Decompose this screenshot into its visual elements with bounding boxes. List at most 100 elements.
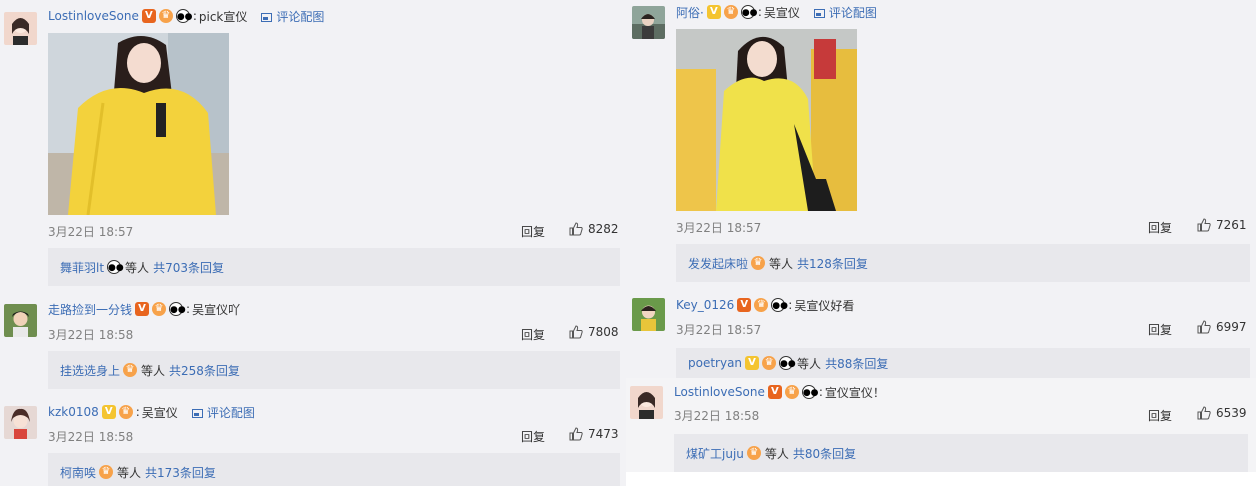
reply-button[interactable]: 回复	[521, 223, 545, 240]
comment-text: 吴宣仪	[763, 5, 800, 20]
panda-icon: ●●	[779, 356, 796, 370]
panda-icon: ●●	[107, 260, 124, 274]
picture-icon	[261, 12, 273, 22]
comment-header: LostinloveSone V ♛ ●● : pick宣仪 评论配图	[48, 7, 324, 25]
sub-reply-count-link[interactable]: 共80条回复	[793, 445, 856, 462]
verified-v-icon: V	[135, 302, 150, 316]
reply-button[interactable]: 回复	[1148, 219, 1172, 236]
picture-icon	[813, 8, 825, 18]
comment-picture-link[interactable]: 评论配图	[813, 4, 877, 21]
comment-item: LostinloveSone V ♛ ●● : 宣仪宣仪！ 3月22日 18:5…	[626, 378, 1256, 472]
like-button[interactable]: 6539	[1197, 406, 1247, 420]
crown-icon: ♛	[99, 465, 114, 479]
username-link[interactable]: LostinloveSone	[48, 9, 139, 23]
colon: :	[818, 385, 823, 399]
like-button[interactable]: 7808	[569, 325, 619, 339]
sub-reply-summary[interactable]: 柯南唉 ♛ 等人 共173条回复	[48, 453, 620, 486]
verified-v-icon: V	[767, 385, 782, 399]
like-button[interactable]: 6997	[1197, 320, 1247, 334]
username-link[interactable]: 阿俗·	[676, 4, 704, 21]
like-count: 8282	[588, 222, 619, 236]
comment-time: 3月22日 18:57	[676, 221, 762, 235]
sub-reply-others: 等人	[141, 363, 166, 378]
avatar[interactable]	[632, 6, 665, 39]
like-button[interactable]: 7261	[1197, 218, 1247, 232]
comment-picture-label: 评论配图	[206, 405, 255, 420]
like-count: 7261	[1216, 218, 1247, 232]
avatar[interactable]	[4, 406, 37, 439]
sub-reply-user[interactable]: 舞菲羽lt	[60, 259, 104, 276]
comment-time: 3月22日 18:58	[48, 328, 134, 342]
sub-reply-count-link[interactable]: 共258条回复	[169, 362, 240, 379]
comment-text: 吴宣仪吖	[192, 302, 241, 317]
sub-reply-summary[interactable]: 舞菲羽lt ●● 等人 共703条回复	[48, 248, 620, 286]
like-count: 7473	[588, 427, 619, 441]
comment-item: LostinloveSone V ♛ ●● : pick宣仪 评论配图 3月22…	[0, 0, 626, 290]
username-link[interactable]: kzk0108	[48, 405, 99, 419]
thumbs-up-icon	[1197, 406, 1211, 420]
verified-v-icon: V	[101, 405, 116, 419]
comment-time: 3月22日 18:57	[48, 225, 134, 239]
crown-icon: ♛	[123, 363, 138, 377]
sub-reply-count-link[interactable]: 共128条回复	[797, 255, 868, 272]
sub-reply-count-link[interactable]: 共173条回复	[145, 464, 216, 481]
crown-icon: ♛	[762, 356, 777, 370]
sub-reply-summary[interactable]: poetryan V ♛ ●● 等人 共88条回复	[676, 348, 1250, 378]
username-link[interactable]: Key_0126	[676, 298, 734, 312]
like-count: 7808	[588, 325, 619, 339]
comment-picture-link[interactable]: 评论配图	[191, 404, 255, 421]
colon: :	[186, 302, 191, 316]
username-link[interactable]: LostinloveSone	[674, 385, 765, 399]
crown-icon: ♛	[754, 298, 769, 312]
comment-header: 阿俗· V ♛ ●● : 吴宣仪 评论配图	[676, 3, 877, 21]
sub-reply-user[interactable]: 挂选选身上	[60, 362, 120, 379]
reply-button[interactable]: 回复	[1148, 321, 1172, 338]
sub-reply-summary[interactable]: 煤矿工juju ♛ 等人 共80条回复	[674, 434, 1248, 472]
sub-reply-user[interactable]: poetryan	[688, 356, 742, 370]
comment-text: 吴宣仪好看	[794, 298, 855, 313]
comment-header: kzk0108 V ♛ : 吴宣仪 评论配图	[48, 403, 255, 421]
panda-icon: ●●	[771, 298, 788, 312]
comment-time: 3月22日 18:58	[674, 409, 760, 423]
reply-button[interactable]: 回复	[521, 428, 545, 445]
like-count: 6539	[1216, 406, 1247, 420]
sub-reply-others: 等人	[125, 260, 150, 275]
avatar[interactable]	[4, 304, 37, 337]
reply-button[interactable]: 回复	[521, 326, 545, 343]
avatar[interactable]	[632, 298, 665, 331]
comment-panel-left: LostinloveSone V ♛ ●● : pick宣仪 评论配图 3月22…	[0, 0, 626, 486]
comment-picture-label: 评论配图	[828, 5, 877, 20]
sub-reply-summary[interactable]: 发发起床啦 ♛ 等人 共128条回复	[676, 244, 1250, 282]
comment-picture-label: 评论配图	[276, 9, 325, 24]
username-link[interactable]: 走路捡到一分钱	[48, 301, 132, 318]
sub-reply-others: 等人	[117, 465, 142, 480]
reply-button[interactable]: 回复	[1148, 407, 1172, 424]
comment-item: kzk0108 V ♛ : 吴宣仪 评论配图 3月22日 18:58 回复 74…	[0, 392, 626, 486]
sub-reply-summary[interactable]: 挂选选身上 ♛ 等人 共258条回复	[48, 351, 620, 389]
sub-reply-count-link[interactable]: 共703条回复	[153, 259, 224, 276]
sub-reply-user[interactable]: 发发起床啦	[688, 255, 748, 272]
comment-photo[interactable]	[676, 29, 857, 211]
sub-reply-count-link[interactable]: 共88条回复	[825, 355, 888, 372]
crown-icon: ♛	[723, 5, 738, 19]
comment-picture-link[interactable]: 评论配图	[261, 8, 324, 25]
comment-header: Key_0126 V ♛ ●● : 吴宣仪好看	[676, 296, 854, 314]
crown-icon: ♛	[784, 385, 799, 399]
comment-photo[interactable]	[48, 33, 229, 215]
comment-item: 阿俗· V ♛ ●● : 吴宣仪 评论配图 3月22日 18:57 回复 726…	[626, 0, 1256, 286]
panda-icon: ●●	[169, 302, 186, 316]
comment-item: Key_0126 V ♛ ●● : 吴宣仪好看 3月22日 18:57 回复 6…	[626, 286, 1256, 378]
sub-reply-others: 等人	[797, 356, 822, 371]
avatar[interactable]	[630, 386, 663, 419]
colon: :	[788, 298, 793, 312]
comment-time: 3月22日 18:57	[676, 323, 762, 337]
avatar[interactable]	[4, 12, 37, 45]
verified-v-icon: V	[737, 298, 752, 312]
like-button[interactable]: 7473	[569, 427, 619, 441]
sub-reply-user[interactable]: 煤矿工juju	[686, 445, 744, 462]
verified-v-icon: V	[706, 5, 721, 19]
sub-reply-user[interactable]: 柯南唉	[60, 464, 96, 481]
comment-text: 宣仪宣仪！	[824, 385, 885, 400]
comment-item: 走路捡到一分钱 V ♛ ●● : 吴宣仪吖 3月22日 18:58 回复 780…	[0, 290, 626, 392]
like-button[interactable]: 8282	[569, 222, 619, 236]
